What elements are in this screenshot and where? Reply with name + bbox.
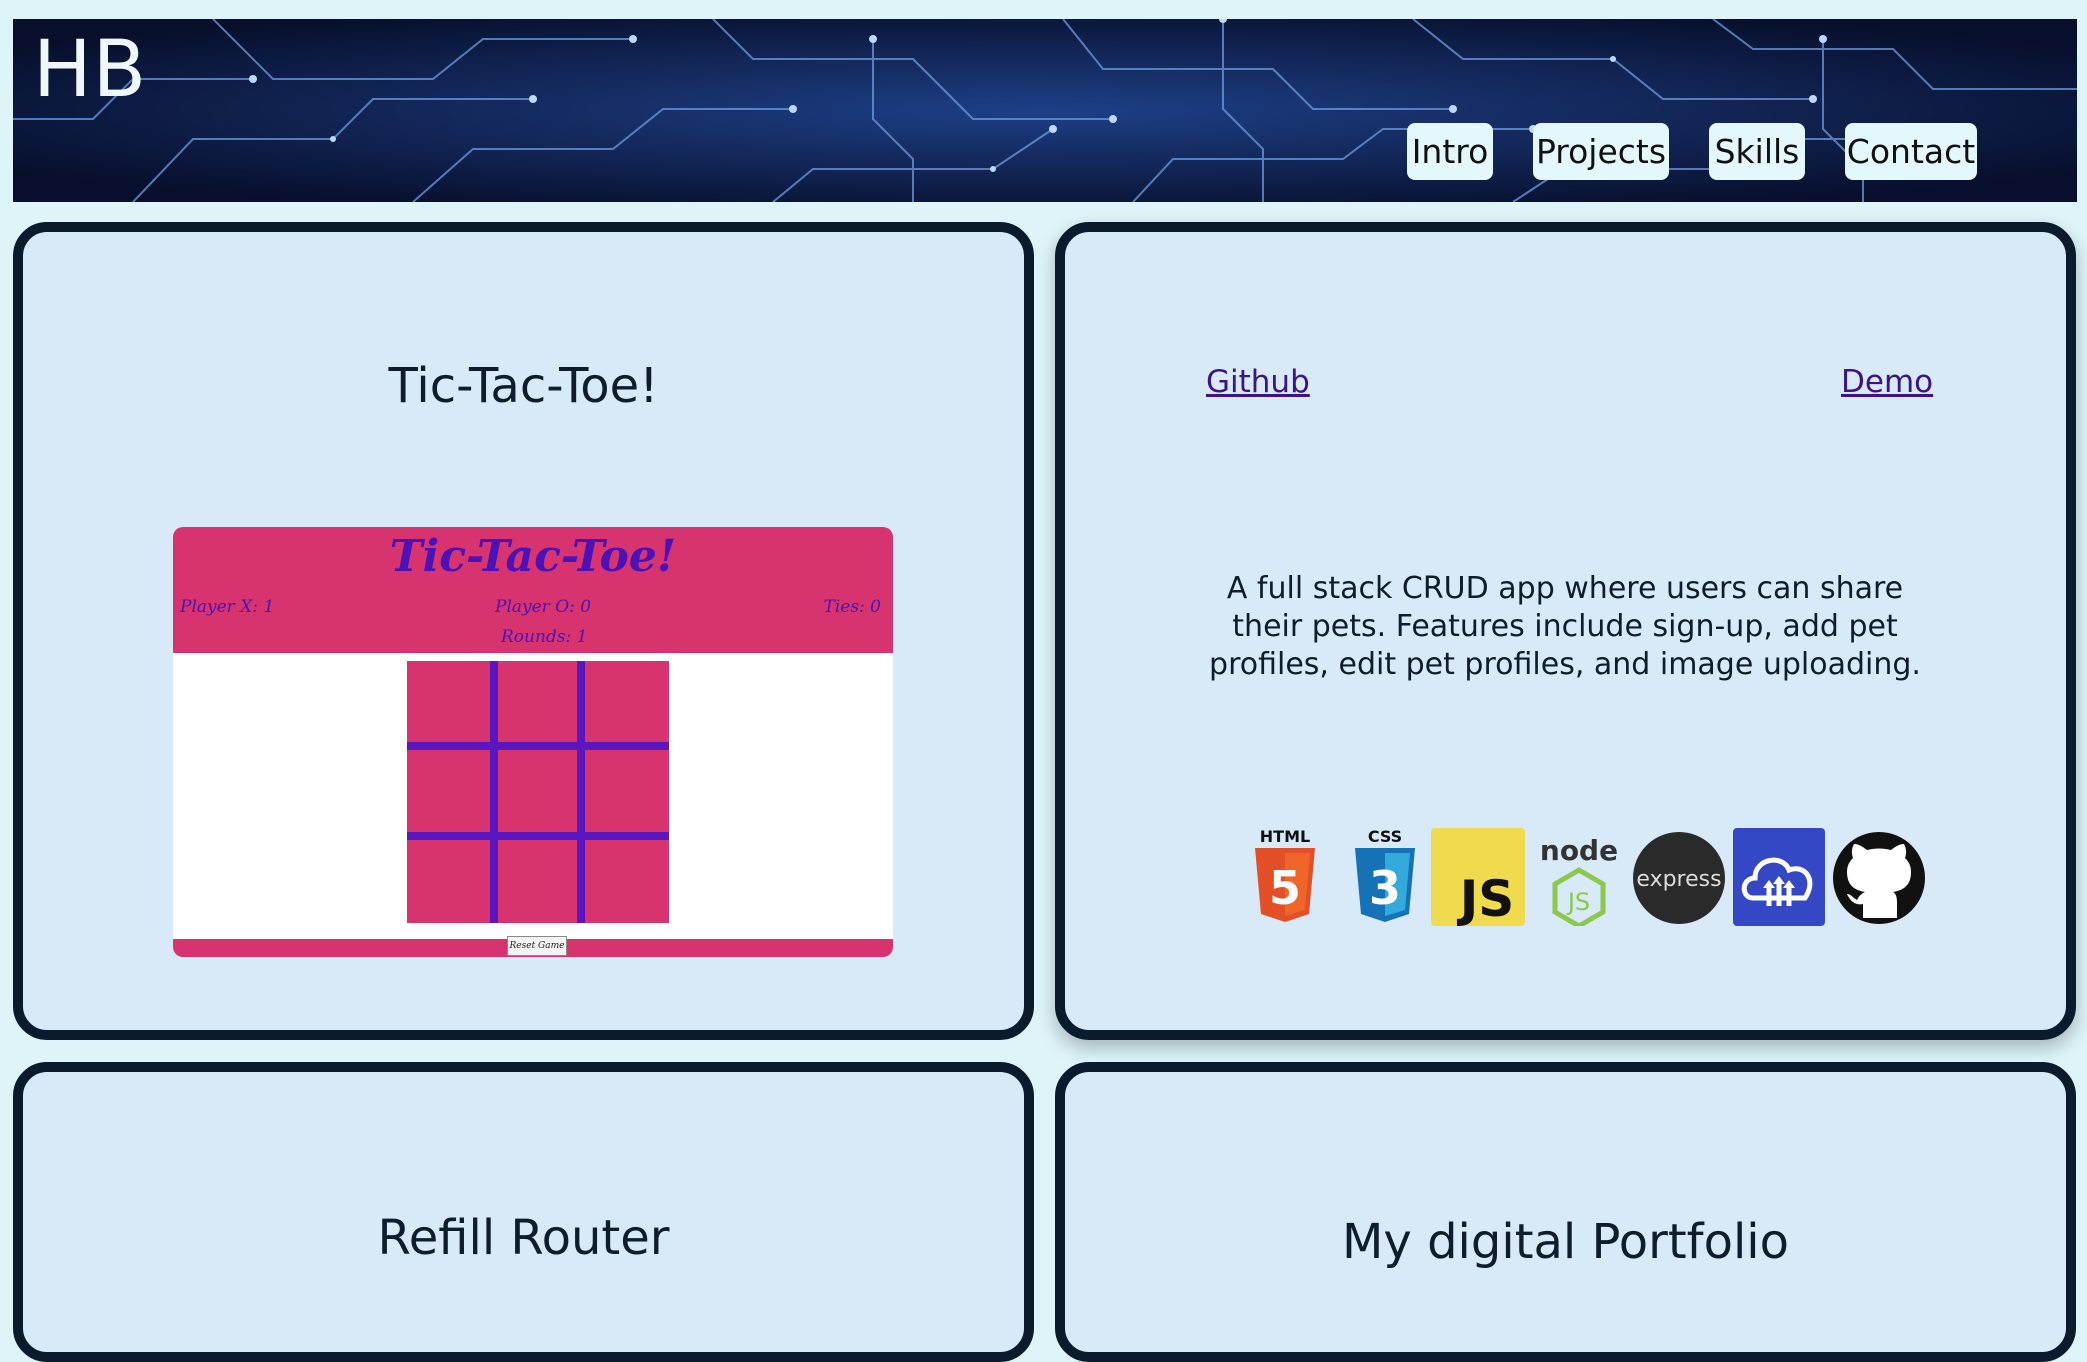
demo-link[interactable]: Demo	[1841, 364, 1933, 400]
preview-rounds: Rounds: 1	[501, 627, 588, 647]
github-icon	[1833, 832, 1925, 924]
svg-text:3: 3	[1369, 861, 1401, 915]
css3-icon: CSS 3	[1355, 827, 1415, 922]
svg-text:JS: JS	[1566, 888, 1590, 916]
cloudinary-icon	[1733, 828, 1825, 926]
svg-text:node: node	[1540, 834, 1618, 867]
preview-reset-button: Reset Game	[507, 936, 567, 956]
preview-player-x: Player X: 1	[180, 597, 275, 617]
project-card-pets-details: Github Demo A full stack CRUD app where …	[1055, 222, 2076, 1040]
nav-skills-button[interactable]: Skills	[1709, 123, 1805, 180]
project-description: A full stack CRUD app where users can sh…	[1209, 571, 1921, 682]
svg-text:CSS: CSS	[1368, 827, 1402, 846]
nav-projects-button[interactable]: Projects	[1533, 123, 1669, 180]
project-card-refill-router: Refill Router	[13, 1062, 1034, 1362]
preview-player-o: Player O: 0	[495, 597, 592, 617]
preview-title: Tic-Tac-Toe!	[389, 531, 677, 582]
project-card-portfolio: My digital Portfolio	[1055, 1062, 2076, 1362]
game-board	[407, 661, 669, 923]
preview-ties: Ties: 0	[823, 597, 881, 617]
project-title: Refill Router	[377, 1210, 670, 1266]
svg-text:JS: JS	[1457, 870, 1515, 926]
svg-text:5: 5	[1269, 861, 1301, 915]
nav-intro-button[interactable]: Intro	[1407, 123, 1493, 180]
svg-text:HTML: HTML	[1260, 827, 1310, 846]
main-nav: Intro Projects Skills Contact	[13, 123, 2077, 183]
project-card-tictactoe: Tic-Tac-Toe! Tic-Tac-Toe! Player X: 1 Pl…	[13, 222, 1034, 1040]
javascript-icon: JS	[1431, 828, 1525, 926]
project-preview-image[interactable]: Tic-Tac-Toe! Player X: 1 Player O: 0 Tie…	[173, 527, 893, 957]
nav-contact-button[interactable]: Contact	[1845, 123, 1977, 180]
project-title: Tic-Tac-Toe!	[388, 358, 659, 414]
html5-icon: HTML 5	[1255, 827, 1315, 922]
nodejs-icon: node JS	[1540, 834, 1618, 926]
svg-text:express: express	[1636, 867, 1721, 892]
github-link[interactable]: Github	[1206, 364, 1310, 400]
express-icon: express	[1633, 832, 1725, 924]
project-title: My digital Portfolio	[1342, 1214, 1789, 1270]
site-logo[interactable]: HB	[33, 25, 147, 115]
site-header: HB Intro Projects Skills Contact	[13, 19, 2077, 202]
